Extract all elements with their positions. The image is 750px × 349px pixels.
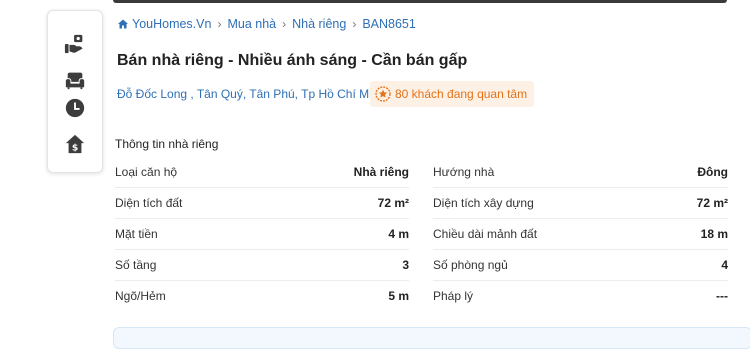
spec-row: Số phòng ngủ 4 — [433, 250, 728, 281]
spec-value: 4 m — [388, 227, 409, 241]
price-button[interactable]: $ — [61, 130, 89, 158]
top-image-edge — [113, 0, 727, 3]
spec-value: 72 m² — [696, 196, 728, 210]
spec-label: Mặt tiền — [115, 227, 158, 241]
house-dollar-icon: $ — [65, 134, 85, 153]
listing-title: Bán nhà riêng - Nhiều ánh sáng - Cần bán… — [117, 52, 468, 69]
spec-row: Pháp lý --- — [433, 281, 728, 311]
clock-icon — [65, 98, 85, 118]
spec-value: 18 m — [700, 227, 728, 241]
spec-label: Số tầng — [115, 258, 157, 272]
spec-label: Loại căn hộ — [115, 165, 178, 179]
specs-left-column: Loại căn hộ Nhà riêng Diện tích đất 72 m… — [115, 157, 409, 311]
spec-row: Chiều dài mảnh đất 18 m — [433, 219, 728, 250]
svg-text:$: $ — [72, 142, 78, 153]
spec-value: --- — [716, 289, 728, 303]
spec-row: Mặt tiền 4 m — [115, 219, 409, 250]
history-button[interactable] — [61, 94, 89, 122]
spec-label: Ngõ/Hẻm — [115, 289, 166, 303]
spec-label: Diện tích đất — [115, 196, 183, 210]
specs-section-title: Thông tin nhà riêng — [115, 137, 219, 151]
spec-label: Hướng nhà — [433, 165, 495, 179]
spec-row: Loại căn hộ Nhà riêng — [115, 157, 409, 188]
spec-value: 3 — [402, 258, 409, 272]
spec-value: 4 — [721, 258, 728, 272]
breadcrumb: YouHomes.Vn › Mua nhà › Nhà riêng › BAN8… — [117, 17, 416, 31]
interest-badge: 80 khách đang quan tâm — [370, 81, 535, 107]
interest-count: 80 khách đang quan tâm — [395, 87, 528, 101]
spec-row: Diện tích đất 72 m² — [115, 188, 409, 219]
spec-label: Chiều dài mảnh đất — [433, 227, 538, 241]
spec-value: Nhà riêng — [353, 165, 409, 179]
specs-right-column: Hướng nhà Đông Diện tích xây dựng 72 m² … — [433, 157, 728, 311]
breadcrumb-home[interactable]: YouHomes.Vn — [132, 17, 211, 31]
spec-row: Ngõ/Hẻm 5 m — [115, 281, 409, 311]
hand-money-icon — [64, 34, 83, 54]
breadcrumb-listing-code[interactable]: BAN8651 — [362, 17, 416, 31]
breadcrumb-buy[interactable]: Mua nhà — [227, 17, 276, 31]
breadcrumb-separator: › — [352, 17, 357, 31]
furniture-button[interactable] — [61, 66, 89, 94]
spec-row: Số tầng 3 — [115, 250, 409, 281]
next-section-box — [113, 327, 750, 349]
side-toolbar: $ — [47, 10, 103, 173]
breadcrumb-separator: › — [282, 17, 287, 31]
spec-row: Diện tích xây dựng 72 m² — [433, 188, 728, 219]
listing-address[interactable]: Đỗ Đốc Long , Tân Quý, Tân Phú, Tp Hồ Ch… — [117, 87, 385, 101]
spec-label: Pháp lý — [433, 289, 474, 303]
star-badge-icon — [375, 86, 391, 102]
spec-value: 5 m — [388, 289, 409, 303]
spec-value: 72 m² — [377, 196, 409, 210]
breadcrumb-separator: › — [217, 17, 222, 31]
spec-value: Đông — [697, 165, 728, 179]
home-icon — [118, 19, 128, 29]
spec-label: Số phòng ngủ — [433, 258, 508, 272]
sell-button[interactable] — [61, 30, 89, 58]
armchair-icon — [65, 72, 85, 90]
spec-label: Diện tích xây dựng — [433, 196, 534, 210]
breadcrumb-house-type[interactable]: Nhà riêng — [292, 17, 346, 31]
spec-row: Hướng nhà Đông — [433, 157, 728, 188]
